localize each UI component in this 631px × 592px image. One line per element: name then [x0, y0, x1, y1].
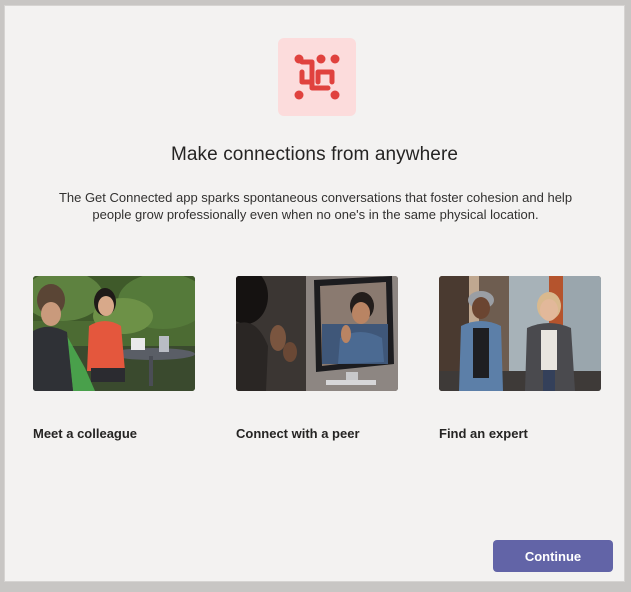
- get-connected-logo-icon: [294, 54, 340, 100]
- find-expert-photo: [439, 276, 601, 391]
- dialog-description: The Get Connected app sparks spontaneous…: [58, 190, 573, 222]
- card-label: Meet a colleague: [33, 426, 138, 441]
- connect-peer-photo: [236, 276, 398, 391]
- card-connect-peer: Connect with a peer: [236, 276, 398, 441]
- card-meet-colleague: Meet a colleague: [33, 276, 195, 441]
- onboarding-dialog: Make connections from anywhere The Get C…: [4, 5, 625, 582]
- dialog-title: Make connections from anywhere: [170, 144, 459, 165]
- meet-colleague-photo: [33, 276, 195, 391]
- card-find-expert: Find an expert: [439, 276, 601, 441]
- card-label: Find an expert: [439, 426, 528, 441]
- continue-button[interactable]: Continue: [493, 540, 613, 572]
- app-logo-tile: [278, 38, 356, 116]
- card-label: Connect with a peer: [236, 426, 360, 441]
